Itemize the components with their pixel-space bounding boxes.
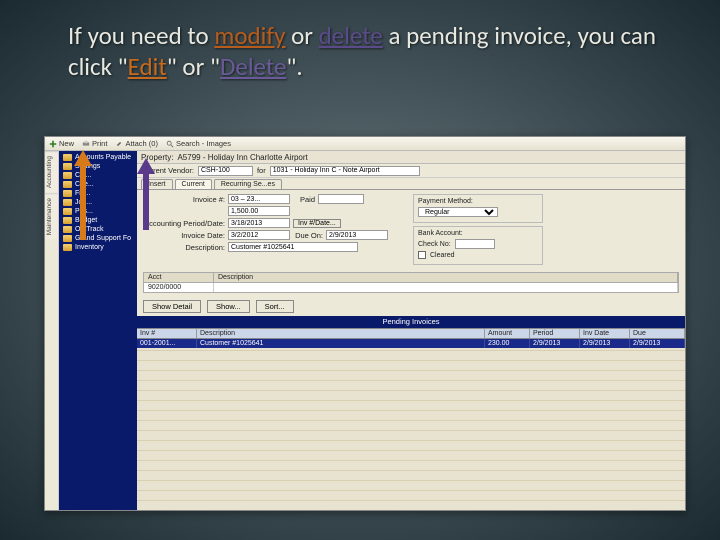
plus-icon (49, 140, 57, 148)
navigation-tree: Accounts Payable Settings Cal... Che... … (59, 151, 137, 510)
tree-item[interactable]: Jou... (61, 198, 135, 207)
folder-icon (63, 181, 72, 188)
items-row[interactable]: 9020/0000 (143, 283, 679, 293)
word-modify: modify (214, 20, 285, 51)
desc-input[interactable] (228, 242, 358, 252)
tree-item[interactable]: Inventory (61, 243, 135, 252)
due-input[interactable] (326, 230, 388, 240)
cleared-label: Cleared (430, 252, 455, 259)
folder-icon (63, 235, 72, 242)
items-acct-cell: 9020/0000 (144, 283, 214, 292)
vendor-for-input[interactable] (270, 166, 420, 176)
items-desc-header: Description (214, 273, 678, 282)
word-edit: Edit (128, 51, 167, 82)
amount-input[interactable] (228, 206, 290, 216)
pay-method-label: Payment Method: (418, 198, 473, 205)
folder-icon (63, 226, 72, 233)
paid-input[interactable] (318, 194, 364, 204)
grid-header: Inv # Description Amount Period Inv Date… (137, 328, 685, 339)
app-toolbar: New Print Attach (0) Search - Images (45, 137, 685, 151)
folder-icon (63, 172, 72, 179)
items-acct-header: Acct (144, 273, 214, 282)
pending-invoices-header: Pending Invoices (137, 316, 685, 328)
tree-item[interactable]: Budget (61, 216, 135, 225)
vendor-for-label: for (257, 166, 266, 175)
folder-icon (63, 199, 72, 206)
instruction-caption: If you need to modify or delete a pendin… (68, 20, 660, 83)
tree-item[interactable]: Pos... (61, 207, 135, 216)
items-header: Acct Description (143, 272, 679, 283)
invoice-no-input[interactable] (228, 194, 290, 204)
property-value: A5799 - Holiday Inn Charlotte Airport (177, 153, 307, 162)
show-button[interactable]: Show... (207, 300, 250, 313)
tab-recurring[interactable]: Recurring Se...es (214, 179, 282, 189)
toolbar-new-button[interactable]: New (49, 139, 74, 148)
tree-item[interactable]: Che... (61, 180, 135, 189)
property-label: Property: (141, 153, 173, 162)
tree-item[interactable]: Accounts Payable (61, 153, 135, 162)
property-bar: Property: A5799 - Holiday Inn Charlotte … (137, 151, 685, 164)
toolbar-search-button[interactable]: Search - Images (166, 139, 231, 148)
period-input[interactable] (228, 218, 290, 228)
print-icon (82, 140, 90, 148)
sort-button[interactable]: Sort... (256, 300, 294, 313)
gh-period: Period (530, 329, 580, 338)
tree-item[interactable]: Cal... (61, 171, 135, 180)
bank-block: Bank Account: Check No: Cleared (413, 226, 543, 265)
gh-inv: Inv # (137, 329, 197, 338)
tab-current[interactable]: Current (175, 179, 212, 189)
word-delete: delete (319, 20, 383, 51)
vertical-tabs: Accounting Maintenance (45, 151, 59, 510)
toolbar-print-button[interactable]: Print (82, 139, 107, 148)
vendor-label: Current Vendor: (141, 166, 194, 175)
invoice-no-label: Invoice #: (143, 195, 225, 204)
app-window: New Print Attach (0) Search - Images Acc… (44, 136, 686, 511)
folder-icon (63, 217, 72, 224)
tree-item[interactable]: Grand Support Fo (61, 234, 135, 243)
period-label: Accounting Period/Date: (143, 219, 225, 228)
toolbar-attach-button[interactable]: Attach (0) (115, 139, 158, 148)
word-delete-2: Delete (220, 51, 286, 82)
gh-due: Due (630, 329, 685, 338)
grid-row-selected[interactable]: 001-2001... Customer #1025641 230.00 2/9… (137, 339, 685, 348)
tree-item[interactable]: OutTrack (61, 225, 135, 234)
search-icon (166, 140, 174, 148)
vtab-accounting[interactable]: Accounting (45, 151, 58, 192)
invoice-tabs: Insert Current Recurring Se...es (137, 178, 685, 190)
folder-icon (63, 244, 72, 251)
desc-label: Description: (143, 243, 225, 252)
tree-item[interactable]: Settings (61, 162, 135, 171)
folder-icon (63, 154, 72, 161)
cleared-checkbox[interactable] (418, 251, 426, 259)
period-btn[interactable]: Inv #/Date... (293, 219, 341, 228)
vtab-maintenance[interactable]: Maintenance (45, 193, 58, 239)
tree-item[interactable]: Fin... (61, 189, 135, 198)
gh-desc: Description (197, 329, 485, 338)
invdate-input[interactable] (228, 230, 290, 240)
check-label: Check No: (418, 241, 451, 248)
attach-icon (115, 140, 123, 148)
tab-insert[interactable]: Insert (141, 179, 173, 189)
pay-method-select[interactable]: Regular (418, 207, 498, 217)
bank-label: Bank Account: (418, 230, 463, 237)
action-buttons: Show Detail Show... Sort... (137, 297, 685, 316)
items-desc-cell (214, 283, 678, 292)
vendor-input[interactable] (198, 166, 253, 176)
show-detail-button[interactable]: Show Detail (143, 300, 201, 313)
check-no-input[interactable] (455, 239, 495, 249)
grid-empty-area (137, 348, 685, 510)
paid-label: Paid (293, 195, 315, 204)
due-label: Due On: (293, 231, 323, 240)
vendor-row: Current Vendor: for (137, 164, 685, 178)
folder-icon (63, 190, 72, 197)
folder-icon (63, 163, 72, 170)
folder-icon (63, 208, 72, 215)
invdate-label: Invoice Date: (143, 231, 225, 240)
gh-amount: Amount (485, 329, 530, 338)
gh-invdate: Inv Date (580, 329, 630, 338)
payment-method-block: Payment Method: Regular (413, 194, 543, 223)
